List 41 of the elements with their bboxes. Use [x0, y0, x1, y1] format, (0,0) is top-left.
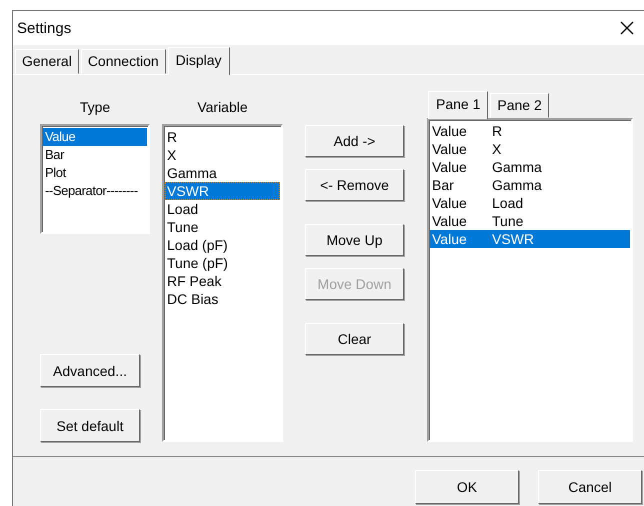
- window-title: Settings: [17, 20, 72, 36]
- list-item[interactable]: Load: [165, 200, 280, 218]
- action-button[interactable]: Add ->: [305, 125, 404, 157]
- action-button[interactable]: <- Remove: [305, 169, 404, 201]
- pane-list-row[interactable]: Value Load: [430, 194, 630, 212]
- pane-list-row[interactable]: Value X: [430, 140, 630, 158]
- type-list[interactable]: Value Bar Plot --Separator--------: [40, 124, 150, 234]
- variable-list[interactable]: R X Gamma VSWR Load Tune Load (pF) Tune (pF) RF Peak DC Bias: [162, 124, 283, 442]
- tab[interactable]: Pane 2: [490, 93, 549, 118]
- pane-list-row[interactable]: Value Tune: [430, 212, 630, 230]
- list-item[interactable]: Value: [43, 128, 147, 146]
- pane-list-row[interactable]: Value R: [430, 122, 630, 140]
- dialog-button[interactable]: Advanced...: [40, 354, 140, 387]
- list-item[interactable]: R: [165, 128, 280, 146]
- dialog-button[interactable]: Set default: [40, 409, 140, 442]
- list-item[interactable]: Plot: [43, 164, 147, 182]
- dialog-button[interactable]: Cancel: [538, 470, 642, 504]
- list-item[interactable]: Load (pF): [165, 236, 280, 254]
- list-item[interactable]: --Separator--------: [43, 182, 147, 200]
- list-item[interactable]: DC Bias: [165, 290, 280, 308]
- tab[interactable]: Connection: [80, 49, 166, 74]
- list-item[interactable]: VSWR: [165, 182, 280, 200]
- tab[interactable]: Pane 1: [428, 91, 488, 119]
- list-item[interactable]: Tune: [165, 218, 280, 236]
- pane-list[interactable]: Value R Value X Value Gamma Bar Gamma Value Load Value Tune Value VSWR: [427, 118, 633, 442]
- action-button[interactable]: Clear: [305, 323, 404, 355]
- list-item[interactable]: X: [165, 146, 280, 164]
- list-label: Type: [78, 99, 112, 115]
- list-item[interactable]: Tune (pF): [165, 254, 280, 272]
- tab[interactable]: General: [15, 49, 79, 74]
- list-item[interactable]: Gamma: [165, 164, 280, 182]
- dialog-button[interactable]: OK: [415, 470, 519, 504]
- pane-list-row[interactable]: Value VSWR: [430, 230, 630, 248]
- pane-list-row[interactable]: Bar Gamma: [430, 176, 630, 194]
- list-label: Variable: [196, 99, 249, 115]
- close-icon[interactable]: [620, 21, 634, 35]
- tab[interactable]: Display: [168, 47, 230, 75]
- pane-list-row[interactable]: Value Gamma: [430, 158, 630, 176]
- list-item[interactable]: Bar: [43, 146, 147, 164]
- action-button[interactable]: Move Up: [305, 224, 404, 256]
- list-item[interactable]: RF Peak: [165, 272, 280, 290]
